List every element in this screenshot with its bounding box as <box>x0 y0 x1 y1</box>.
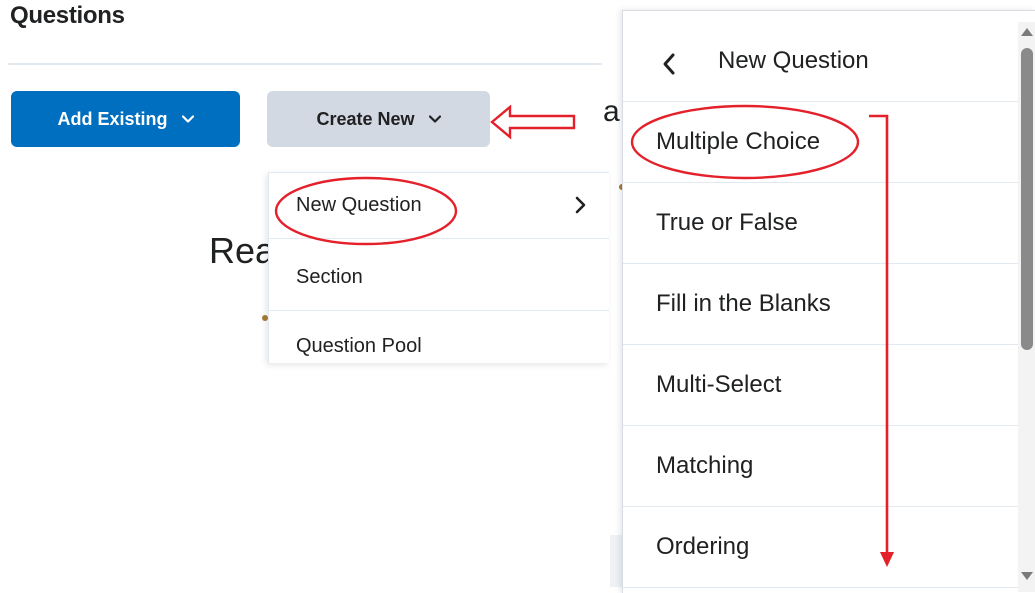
submenu-item-label: Matching <box>656 452 754 479</box>
dropdown-item-question-pool[interactable]: Question Pool <box>269 313 609 363</box>
scroll-down-arrow-icon[interactable] <box>1021 572 1033 580</box>
submenu-item-label: Multi-Select <box>656 371 782 398</box>
submenu-item-ordering[interactable]: Ordering <box>623 507 1019 588</box>
submenu-item-label: Fill in the Blanks <box>656 290 831 317</box>
submenu-item-true-or-false[interactable]: True or False <box>623 183 1019 264</box>
create-new-button[interactable]: Create New <box>267 91 490 147</box>
add-existing-label: Add Existing <box>57 108 168 129</box>
submenu-title: New Question <box>718 47 869 74</box>
dropdown-item-label: Question Pool <box>296 334 422 357</box>
dropdown-item-label: New Question <box>296 194 422 216</box>
create-new-dropdown: New Question Section Question Pool <box>268 172 609 363</box>
title-divider <box>8 63 602 65</box>
add-existing-button[interactable]: Add Existing <box>11 91 240 147</box>
submenu-item-label: Multiple Choice <box>656 128 821 155</box>
submenu-item-matching[interactable]: Matching <box>623 426 1019 507</box>
submenu-item-fill-in-the-blanks[interactable]: Fill in the Blanks <box>623 264 1019 345</box>
chevron-right-icon <box>575 196 586 214</box>
submenu-item-label: True or False <box>656 209 798 236</box>
scroll-up-arrow-icon[interactable] <box>1021 28 1033 36</box>
background-text-fragment: a <box>603 95 620 128</box>
background-heading-fragment: Rea <box>209 230 276 271</box>
page-title: Questions <box>10 2 125 29</box>
dropdown-item-new-question[interactable]: New Question <box>269 173 609 239</box>
submenu-item-label: Ordering <box>656 533 750 560</box>
dropdown-item-label: Section <box>296 266 363 288</box>
chevron-left-icon[interactable] <box>661 52 677 76</box>
chevron-down-icon <box>428 115 441 123</box>
annotation-hollow-arrow-icon <box>490 104 576 140</box>
submenu-item-multi-select[interactable]: Multi-Select <box>623 345 1019 426</box>
create-new-label: Create New <box>316 108 415 129</box>
scrollbar-thumb[interactable] <box>1021 48 1033 350</box>
chevron-down-icon <box>181 115 194 123</box>
new-question-submenu: New Question Multiple Choice True or Fal… <box>622 10 1035 593</box>
dropdown-item-section[interactable]: Section <box>269 245 609 311</box>
submenu-item-multiple-choice[interactable]: Multiple Choice <box>623 102 1019 183</box>
submenu-header: New Question <box>623 11 1019 102</box>
